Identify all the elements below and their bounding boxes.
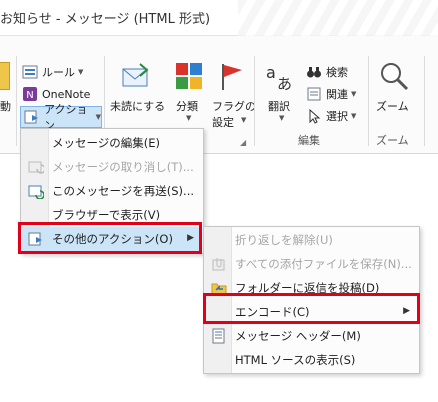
search-button[interactable]: 検索 — [306, 62, 348, 82]
menu-item-label: その他のアクション(O) — [52, 232, 173, 246]
mark-unread-label[interactable]: 未読にする — [110, 98, 165, 114]
menu-item-label: 折り返しを解除(U) — [235, 233, 333, 247]
onenote-icon: N — [22, 86, 38, 102]
rules-button[interactable]: ルール ▼ — [22, 62, 83, 82]
ribbon-separator — [254, 56, 255, 146]
ribbon-separator — [368, 56, 369, 146]
chevron-down-icon: ▼ — [279, 114, 285, 122]
translate-icon[interactable]: aあ — [264, 60, 296, 93]
flag-icon[interactable] — [215, 60, 247, 92]
move-button-label[interactable]: 動 — [0, 98, 11, 114]
select-button[interactable]: 選択 ▼ — [306, 106, 356, 126]
translate-label[interactable]: 翻訳 — [268, 98, 290, 114]
cursor-icon — [306, 108, 322, 124]
menu-item-message-header[interactable]: メッセージ ヘッダー(M) — [205, 324, 418, 348]
menu-item-resend-message[interactable]: このメッセージを再送(S)... — [22, 179, 202, 203]
svg-text:あ: あ — [277, 75, 292, 92]
folder-reply-icon — [211, 280, 227, 296]
menu-item-edit-message[interactable]: メッセージの編集(E) — [22, 131, 202, 155]
zoom-label[interactable]: ズーム — [376, 98, 409, 114]
actions-icon — [24, 109, 40, 125]
menu-item-label: メッセージ ヘッダー(M) — [235, 329, 361, 343]
categorize-label[interactable]: 分類 — [176, 98, 198, 114]
menu-item-other-actions[interactable]: その他のアクション(O) ▶ — [22, 227, 202, 251]
group-label-zoom: ズーム — [376, 134, 409, 147]
menu-item-encoding[interactable]: エンコード(C) ▶ — [205, 300, 418, 324]
rules-icon — [22, 64, 38, 80]
rules-label: ルール — [42, 66, 75, 79]
chevron-down-icon: ▼ — [186, 114, 192, 122]
svg-text:a: a — [266, 63, 276, 82]
actions-button[interactable]: アクション ▼ — [20, 103, 102, 132]
ribbon-separator — [424, 56, 425, 146]
chevron-down-icon: ▼ — [95, 113, 101, 121]
mark-unread-icon[interactable] — [120, 60, 152, 92]
menu-item-label: フォルダーに返信を投稿(D) — [235, 281, 380, 295]
followup-label-line2[interactable]: 設定 — [212, 114, 234, 130]
ribbon-separator — [16, 56, 17, 146]
resend-icon — [28, 183, 45, 200]
menu-item-view-html-source[interactable]: HTML ソースの表示(S) — [205, 348, 418, 372]
menu-item-label: すべての添付ファイルを保存(N)... — [235, 257, 412, 271]
related-button[interactable]: 関連 ▼ — [306, 84, 356, 104]
related-icon — [306, 86, 322, 102]
chevron-down-icon: ▼ — [241, 116, 247, 124]
submenu-arrow-icon: ▶ — [187, 233, 194, 243]
menu-item-post-reply-to-folder[interactable]: フォルダーに返信を投稿(D) — [205, 276, 418, 300]
chevron-down-icon: ▼ — [351, 112, 357, 120]
menu-item-recall-message[interactable]: メッセージの取り消し(T)... — [22, 155, 202, 179]
search-label: 検索 — [326, 66, 348, 79]
menu-item-label: ブラウザーで表示(V) — [52, 208, 161, 222]
menu-item-view-in-browser[interactable]: ブラウザーで表示(V) — [22, 203, 202, 227]
onenote-label: OneNote — [42, 87, 91, 101]
menu-item-label: メッセージの取り消し(T)... — [52, 160, 194, 174]
attachment-icon — [211, 256, 227, 272]
menu-item-label: エンコード(C) — [235, 305, 310, 319]
move-icon[interactable] — [0, 62, 10, 90]
followup-label-line1[interactable]: フラグの — [212, 98, 256, 114]
categorize-icon[interactable] — [173, 60, 205, 92]
message-header-icon — [211, 328, 227, 344]
svg-text:N: N — [26, 90, 33, 101]
select-label: 選択 — [326, 110, 348, 123]
related-label: 関連 — [326, 88, 348, 101]
dialog-launcher-icon[interactable]: ◢ — [240, 138, 246, 147]
other-actions-submenu: 折り返しを解除(U) すべての添付ファイルを保存(N)... フォルダーに返信を… — [203, 226, 420, 374]
window-title: お知らせ - メッセージ (HTML 形式) — [0, 12, 211, 27]
chevron-down-icon: ▼ — [351, 90, 357, 98]
menu-item-label: メッセージの編集(E) — [52, 136, 161, 150]
menu-item-label: このメッセージを再送(S)... — [52, 184, 195, 198]
binoculars-icon — [306, 64, 322, 80]
other-actions-icon — [28, 231, 44, 247]
title-decoration — [238, 0, 438, 36]
recall-icon — [28, 159, 46, 175]
title-bar: お知らせ - メッセージ (HTML 形式) — [0, 0, 438, 36]
zoom-icon[interactable] — [378, 60, 410, 92]
group-label-edit: 編集 — [298, 134, 320, 147]
menu-item-save-all-attachments[interactable]: すべての添付ファイルを保存(N)... — [205, 252, 418, 276]
menu-item-label: HTML ソースの表示(S) — [235, 353, 356, 367]
chevron-down-icon: ▼ — [78, 68, 84, 76]
menu-item-unwrap-lines[interactable]: 折り返しを解除(U) — [205, 228, 418, 252]
actions-menu: メッセージの編集(E) メッセージの取り消し(T)... このメッセージを再送(… — [20, 128, 204, 254]
submenu-arrow-icon: ▶ — [403, 306, 410, 316]
